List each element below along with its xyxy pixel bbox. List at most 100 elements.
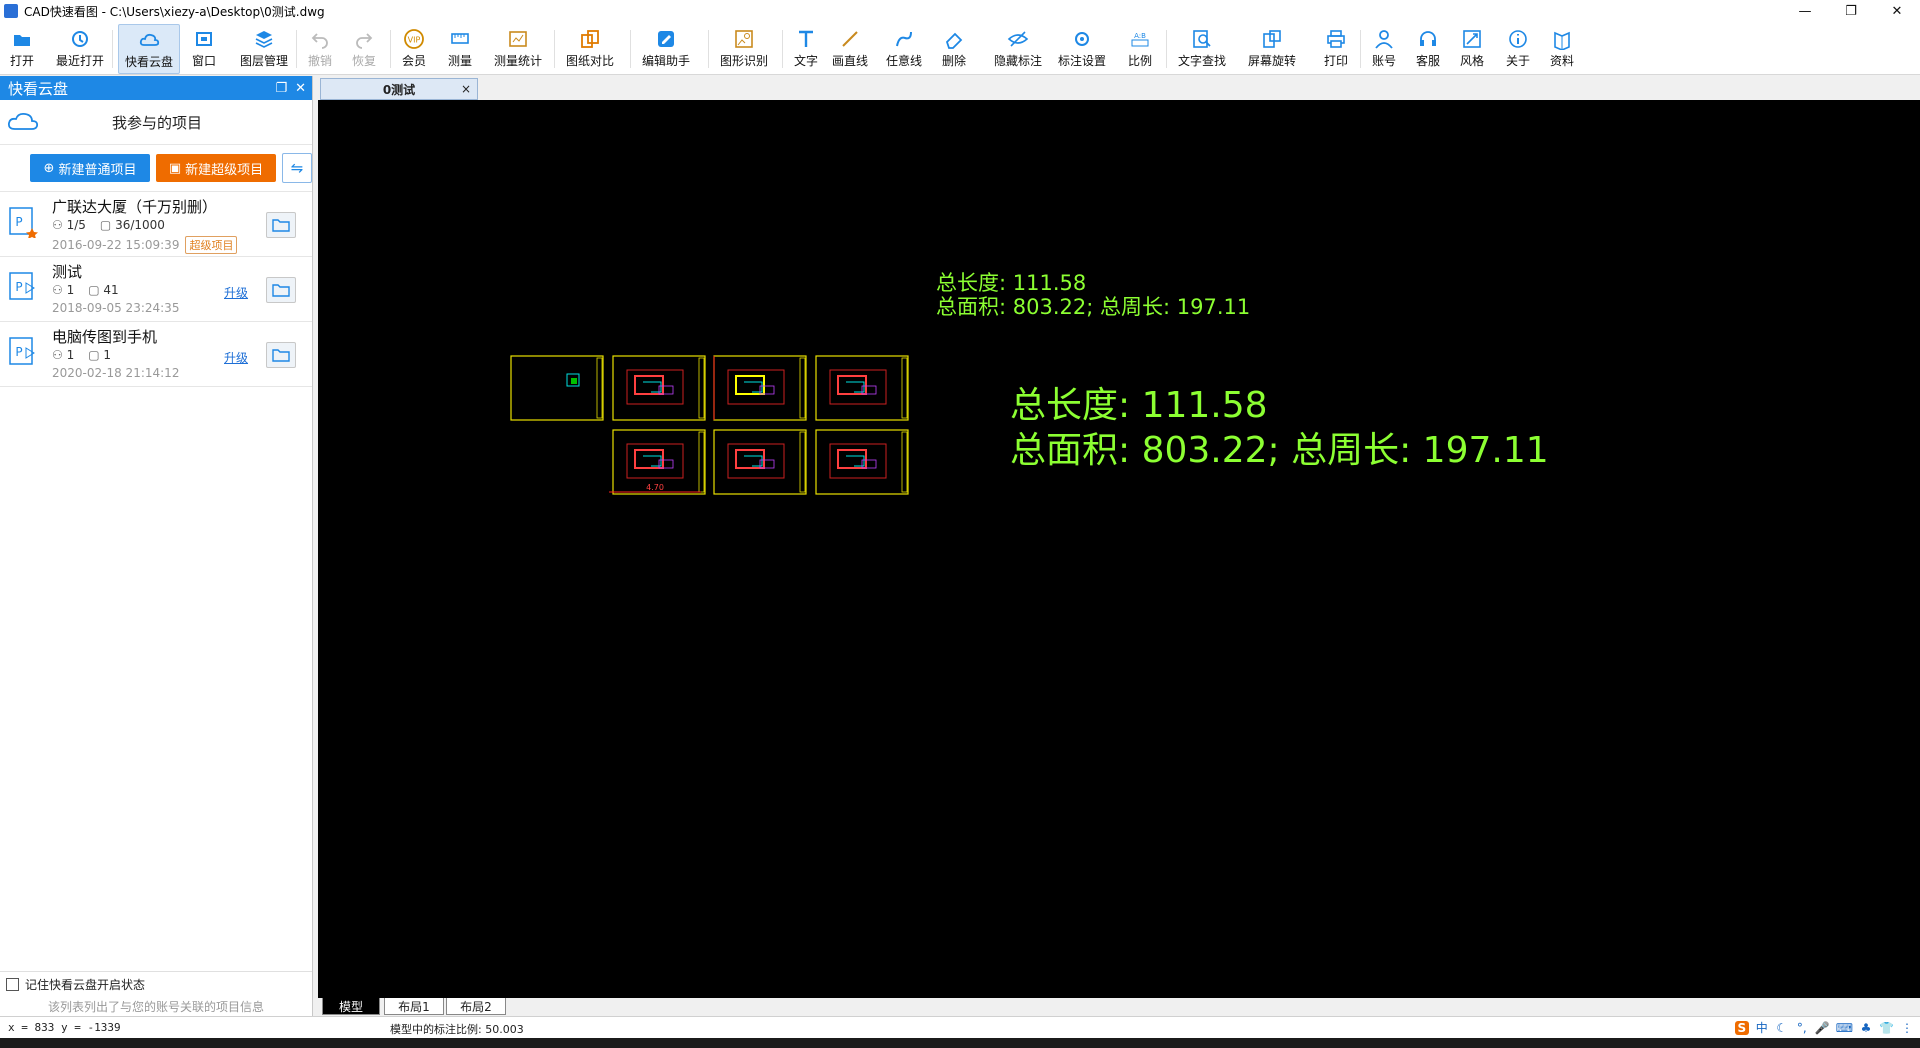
toolbar-button-9[interactable]: 测量统计 (488, 24, 548, 72)
project-date-value: 2020-02-18 21:14:12 (52, 366, 180, 380)
tray-icon-8[interactable]: ⋮ (1900, 1021, 1914, 1035)
layout-tab-2[interactable]: 布局2 (446, 998, 506, 1015)
tray-icon-4[interactable]: 🎤 (1815, 1021, 1830, 1035)
toolbar-button-20[interactable]: 文字查找 (1172, 24, 1232, 72)
project-item[interactable]: P 测试 ⚇ 1 ▢ 41 2018-09-05 23:24:35 升级 (0, 257, 312, 322)
toolbar-label: 最近打开 (56, 54, 105, 68)
tray-icon-3[interactable]: °, (1795, 1021, 1809, 1035)
toolbar-label: 文字 (794, 54, 819, 68)
minimize-button[interactable]: — (1782, 0, 1828, 22)
toolbar-button-2[interactable]: 快看云盘 (118, 24, 181, 74)
upgrade-link[interactable]: 升级 (224, 349, 248, 366)
dimension-label: 4.70 (646, 483, 664, 492)
open-project-folder-button[interactable] (266, 277, 296, 303)
tray-icon-0[interactable]: S (1734, 1020, 1749, 1035)
toolbar-button-10[interactable]: 图纸对比 (560, 24, 620, 72)
toolbar-button-17[interactable]: 隐藏标注 (988, 24, 1048, 72)
new-normal-label: 新建普通项目 (58, 162, 137, 178)
main-toolbar: 打开 最近打开 快看云盘 窗口 图层管理 撤销 恢复 VIP 会员 测量 测量统计 图纸对比 编辑助手 图… (0, 22, 1920, 75)
tray-icon-5[interactable]: ⌨ (1836, 1021, 1853, 1035)
cursor-coordinates: x = 833 y = -1339 (8, 1021, 121, 1034)
toolbar-button-8[interactable]: 测量 (442, 24, 478, 72)
shape-recognize-icon (735, 30, 753, 48)
svg-text:P: P (15, 215, 22, 229)
toolbar-button-25[interactable]: 风格 (1454, 24, 1490, 72)
sync-button[interactable]: ⇋ (282, 153, 312, 183)
panel-title: 快看云盘 (8, 79, 69, 98)
checkbox-box[interactable] (6, 978, 19, 991)
tray-icon-6[interactable]: ♣ (1859, 1021, 1873, 1035)
folder-icon (272, 349, 290, 362)
panel-close-icon[interactable]: ✕ (295, 81, 306, 96)
files-count: ▢ 41 (88, 283, 118, 297)
toolbar-button-11[interactable]: 编辑助手 (636, 24, 696, 72)
drawing-canvas[interactable]: 总长度: 111.58 总面积: 803.22; 总周长: 197.11 总长度: … (318, 100, 1920, 998)
toolbar-label: 打开 (10, 54, 35, 68)
toolbar-button-7[interactable]: VIP 会员 (396, 24, 432, 72)
tray-icon-2[interactable]: ☾ (1775, 1021, 1789, 1035)
annotation-settings-icon (1075, 32, 1089, 46)
toolbar-label: 屏幕旋转 (1248, 54, 1297, 68)
toolbar-button-19[interactable]: A:B 比例 (1122, 24, 1158, 72)
toolbar-button-13[interactable]: 文字 (788, 24, 824, 72)
text-search-icon (1193, 30, 1211, 48)
remember-checkbox[interactable]: 记住快看云盘开启状态 (6, 976, 145, 993)
toolbar-button-14[interactable]: 画直线 (826, 24, 874, 72)
document-tab[interactable]: 0测试 × (320, 78, 478, 100)
toolbar-button-16[interactable]: 删除 (936, 24, 972, 72)
hide-eye-icon (1007, 31, 1029, 47)
tray-icon-1[interactable]: 中 (1755, 1019, 1769, 1036)
sheet-detail (846, 455, 865, 467)
close-window-button[interactable]: ✕ (1874, 0, 1920, 22)
open-project-folder-button[interactable] (266, 342, 296, 368)
total-length-small: 总长度: 111.58 (936, 271, 1086, 295)
toolbar-label: 图层管理 (240, 54, 289, 68)
toolbar-button-21[interactable]: 屏幕旋转 (1242, 24, 1302, 72)
toolbar-button-22[interactable]: 打印 (1318, 24, 1354, 72)
tray-icon-7[interactable]: 👕 (1879, 1021, 1894, 1035)
toolbar-button-1[interactable]: 最近打开 (50, 24, 110, 72)
remember-label: 记住快看云盘开启状态 (25, 978, 146, 992)
project-list: P 广联达大厦（千万别删） ⚇ 1/5 ▢ 36/1000 2016-09-22 15:… (0, 192, 312, 387)
tab-close-icon[interactable]: × (461, 82, 471, 96)
toolbar-label: 图形识别 (720, 54, 769, 68)
style-icon (1463, 30, 1481, 48)
project-item[interactable]: P 广联达大厦（千万别删） ⚇ 1/5 ▢ 36/1000 2016-09-22 15:… (0, 192, 312, 257)
members-count: ⚇ 1 (52, 283, 74, 297)
project-item[interactable]: P 电脑传图到手机 ⚇ 1 ▢ 1 2020-02-18 21:14:12 升级 (0, 322, 312, 387)
toolbar-button-18[interactable]: 标注设置 (1052, 24, 1112, 72)
toolbar-button-24[interactable]: 客服 (1410, 24, 1446, 72)
cloud-panel: 快看云盘 ❐ ✕ 我参与的项目 ⊕ 新建普通项目 ▣ 新建超级项目 ⇋ P 广联达… (0, 76, 313, 1016)
toolbar-button-3[interactable]: 窗口 (186, 24, 222, 72)
toolbar-separator (554, 30, 555, 68)
toolbar-button-15[interactable]: 任意线 (880, 24, 928, 72)
toolbar-button-5[interactable]: 撤销 (302, 24, 338, 72)
new-normal-project-button[interactable]: ⊕ 新建普通项目 (30, 154, 150, 182)
new-super-project-button[interactable]: ▣ 新建超级项目 (156, 154, 276, 182)
members-value: 1 (66, 348, 75, 362)
toolbar-button-23[interactable]: 账号 (1366, 24, 1402, 72)
panel-float-icon[interactable]: ❐ (275, 81, 287, 96)
svg-text:A:B: A:B (1134, 32, 1146, 40)
sheet-detail (744, 455, 763, 467)
project-file-icon: P (9, 337, 35, 365)
toolbar-label: 比例 (1128, 54, 1153, 68)
open-project-folder-button[interactable] (266, 212, 296, 238)
drawing-sheet (510, 355, 604, 421)
layout-tab-1[interactable]: 布局1 (384, 998, 444, 1015)
toolbar-button-0[interactable]: 打开 (4, 24, 40, 72)
line-icon (842, 31, 858, 47)
toolbar-button-12[interactable]: 图形识别 (714, 24, 774, 72)
title-bar: CAD快速看图 - C:\Users\xiezy-a\Desktop\0测试.d… (0, 0, 1920, 22)
upgrade-link[interactable]: 升级 (224, 284, 248, 301)
restore-button[interactable]: ❐ (1828, 0, 1874, 22)
toolbar-button-27[interactable]: 资料 (1544, 24, 1580, 72)
files-value: 1 (103, 348, 112, 362)
toolbar-button-4[interactable]: 图层管理 (234, 24, 294, 72)
folder-icon (272, 284, 290, 297)
toolbar-label: 打印 (1324, 54, 1349, 68)
toolbar-button-26[interactable]: 关于 (1500, 24, 1536, 72)
toolbar-button-6[interactable]: 恢复 (346, 24, 382, 72)
toolbar-separator (630, 30, 631, 68)
layout-tab-0[interactable]: 模型 (322, 998, 380, 1015)
